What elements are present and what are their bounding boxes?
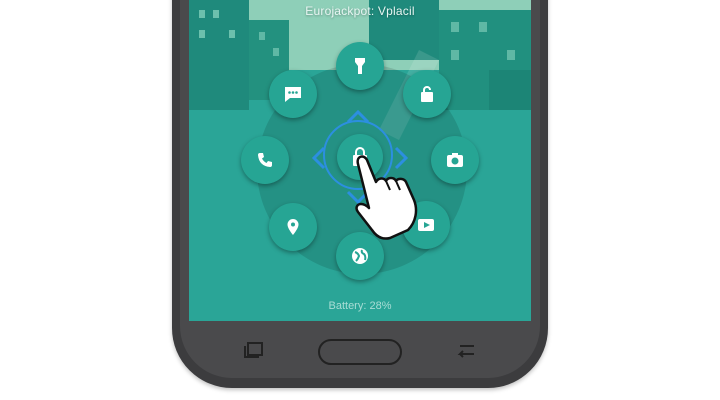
recent-apps-button[interactable] — [242, 341, 266, 359]
carrier-text: Eurojackpot: Vplacil — [305, 4, 415, 18]
camera-shortcut[interactable] — [431, 136, 479, 184]
hand-gesture-icon — [355, 155, 418, 240]
unlock-icon — [421, 86, 433, 102]
maps-shortcut[interactable] — [269, 203, 317, 251]
phone-shortcut[interactable] — [241, 136, 289, 184]
battery-status: Battery: 28% — [328, 300, 392, 312]
map-pin-icon — [287, 219, 299, 235]
phone-icon — [258, 153, 272, 167]
back-button[interactable] — [454, 342, 478, 358]
globe-icon — [352, 248, 368, 264]
flashlight-icon — [355, 58, 365, 74]
home-button[interactable] — [318, 339, 402, 365]
camera-icon — [447, 153, 463, 167]
flashlight-shortcut[interactable] — [336, 42, 384, 90]
